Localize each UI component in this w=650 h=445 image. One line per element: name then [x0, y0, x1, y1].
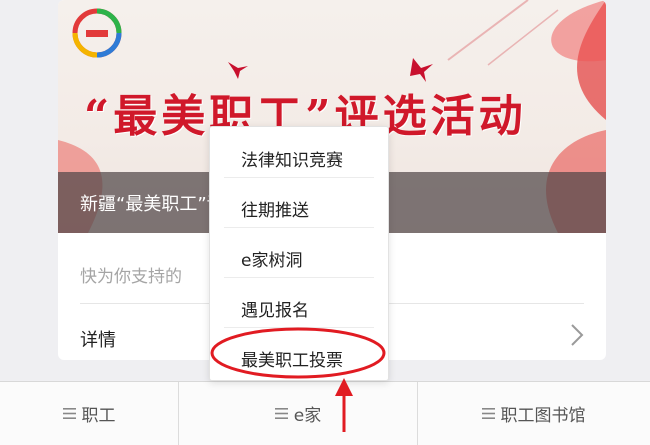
bottom-menu-bar: 职工 e家 职工图书馆	[0, 381, 650, 445]
menu-tab-ehome[interactable]: e家	[178, 382, 418, 445]
menu-tab-label: 职工图书馆	[500, 406, 586, 426]
menu-tab-library[interactable]: 职工图书馆	[417, 382, 650, 445]
submenu-divider	[224, 327, 374, 328]
submenu-item-tree-hole[interactable]: e家树洞	[241, 246, 302, 271]
menu-tab-label: 职工	[81, 406, 116, 426]
submenu-item-vote[interactable]: 最美职工投票	[241, 346, 343, 371]
submenu-item-signup[interactable]: 遇见报名	[241, 296, 309, 321]
submenu-item-law-quiz[interactable]: 法律知识竞赛	[241, 146, 343, 171]
submenu-divider	[224, 277, 374, 278]
submenu-divider	[224, 227, 374, 228]
submenu-divider	[224, 177, 374, 178]
details-link[interactable]: 详情	[80, 326, 116, 352]
menu-icon	[274, 408, 288, 419]
submenu-item-past-posts[interactable]: 往期推送	[241, 196, 309, 221]
chevron-right-icon[interactable]	[570, 323, 584, 347]
menu-icon	[481, 408, 495, 419]
e-home-logo	[72, 8, 122, 58]
popup-submenu: 法律知识竞赛 往期推送 e家树洞 遇见报名 最美职工投票	[209, 126, 389, 381]
article-description: 快为你支持的	[80, 267, 182, 287]
menu-icon	[62, 408, 76, 419]
menu-tab-staff[interactable]: 职工	[0, 382, 178, 445]
menu-tab-label: e家	[293, 406, 322, 426]
